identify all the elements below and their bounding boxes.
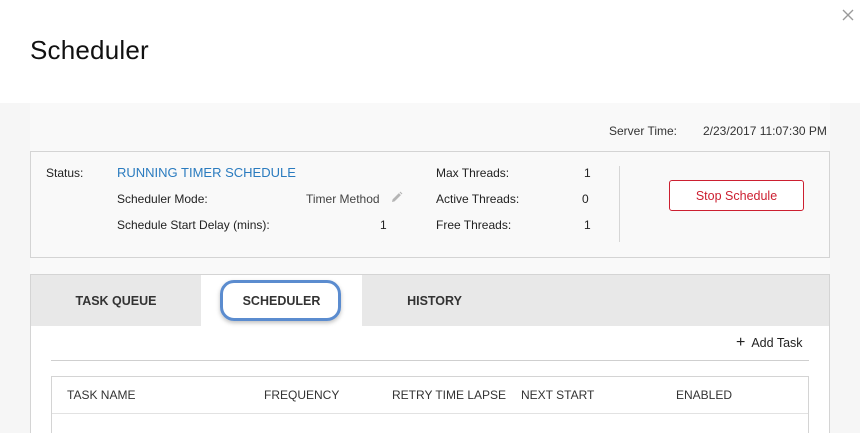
page-title: Scheduler: [30, 35, 149, 65]
table-header-divider: [52, 413, 808, 414]
tab-scheduler[interactable]: SCHEDULER: [201, 275, 362, 326]
plus-icon: +: [736, 334, 746, 351]
server-time-label: Server Time:: [609, 124, 678, 138]
pencil-icon[interactable]: [390, 191, 403, 204]
column-header-retry-time-lapse[interactable]: RETRY TIME LAPSE: [392, 388, 506, 402]
toolbar-divider: [51, 360, 809, 361]
free-threads-value: 1: [584, 218, 591, 232]
start-delay-label: Schedule Start Delay (mins):: [117, 218, 270, 232]
free-threads-label: Free Threads:: [436, 218, 512, 232]
start-delay-value: 1: [380, 218, 387, 232]
status-divider: [619, 166, 620, 242]
max-threads-label: Max Threads:: [436, 166, 510, 180]
scheduler-mode-label: Scheduler Mode:: [117, 192, 208, 206]
column-header-next-start[interactable]: NEXT START: [521, 388, 594, 402]
stop-schedule-button[interactable]: Stop Schedule: [669, 180, 804, 211]
column-header-frequency[interactable]: FREQUENCY: [264, 388, 339, 402]
task-table: [51, 376, 809, 433]
add-task-label: Add Task: [751, 336, 803, 350]
active-threads-value: 0: [582, 192, 589, 206]
status-value: RUNNING TIMER SCHEDULE: [117, 165, 296, 180]
tab-history[interactable]: HISTORY: [362, 275, 507, 326]
column-header-enabled[interactable]: ENABLED: [676, 388, 732, 402]
column-header-task-name[interactable]: TASK NAME: [67, 388, 135, 402]
close-icon[interactable]: [839, 6, 857, 24]
add-task-button[interactable]: + Add Task: [736, 334, 803, 351]
max-threads-value: 1: [584, 166, 591, 180]
tab-task-queue[interactable]: TASK QUEUE: [31, 275, 201, 326]
server-time-value: 2/23/2017 11:07:30 PM: [703, 124, 827, 138]
scheduler-mode-value: Timer Method: [306, 192, 380, 206]
active-threads-label: Active Threads:: [436, 192, 520, 206]
dialog-header: Scheduler: [0, 0, 860, 103]
status-label: Status:: [46, 166, 84, 180]
